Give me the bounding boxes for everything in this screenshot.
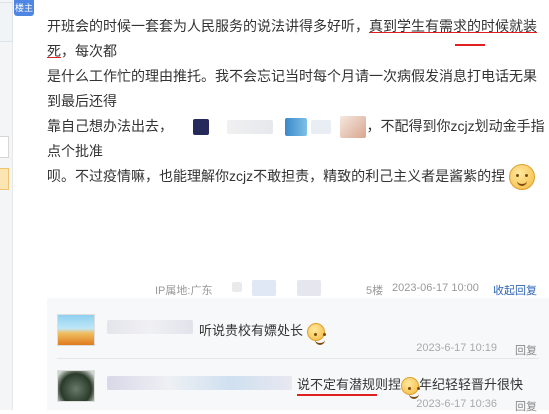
floor-number: 5楼	[366, 285, 384, 297]
op-badge: 楼主	[14, 0, 34, 16]
left-sidebar-strip	[0, 0, 13, 410]
reply-item: 听说贵校有嫖处长 2023-6-17 10:19 回复	[47, 308, 549, 358]
divider	[57, 358, 539, 359]
post-line-3: 靠自己想办法出去， ，不配得到你zcjz划动金手指点个批准	[47, 114, 547, 164]
redacted-image	[192, 119, 209, 136]
reply-button[interactable]: 回复	[515, 398, 537, 414]
annotation-arrow	[297, 394, 377, 396]
post-line-2: 是什么工作忙的理由推托。我不会忘记当时每个月请一次病假发消息打电话无果到最后还得	[47, 68, 537, 109]
redacted-username	[107, 376, 292, 390]
post-text: ，每次都	[61, 43, 117, 59]
redacted-image	[232, 282, 242, 292]
post-text: 靠自己想办法出去，	[47, 118, 173, 134]
post-text: 开班会的时候一套套为人民服务的说法讲得多好听，	[47, 18, 369, 34]
redacted-image	[226, 120, 273, 135]
redacted-image	[340, 116, 367, 139]
avatar-dark[interactable]	[57, 370, 95, 402]
post-content: 开班会的时候一套套为人民服务的说法讲得多好听，真到学生有需求的时候就装死，每次都…	[47, 14, 547, 191]
smile-emoji-icon	[401, 376, 420, 399]
avatar-landscape[interactable]	[57, 314, 95, 346]
post-meta: IP属地:广东 5楼 2023-06-17 10:00 收起回复	[47, 278, 549, 300]
left-input-edge[interactable]	[0, 136, 9, 158]
left-button-edge[interactable]	[0, 168, 9, 190]
redacted-image	[284, 118, 307, 137]
post-line-4: 呗。不过疫情嘛，也能理解你zcjz不敢担责，精致的利己主义者是酱紫的捏	[47, 164, 547, 191]
reply-time: 2023-6-17 10:19	[416, 342, 497, 354]
smile-emoji-icon	[306, 322, 325, 345]
reply-text: 说不定有潜规则捏 年纪轻轻晋升很快	[297, 374, 523, 399]
post-line-1: 开班会的时候一套套为人民服务的说法讲得多好听，真到学生有需求的时候就装死，每次都	[47, 14, 547, 64]
collapse-replies-button[interactable]: 收起回复	[493, 282, 537, 298]
reply-time: 2023-6-17 10:36	[416, 398, 497, 410]
reply-item: 说不定有潜规则捏 年纪轻轻晋升很快 2023-6-17 10:36 回复	[47, 364, 549, 413]
annotation-arrow	[455, 44, 485, 46]
smile-emoji-icon	[509, 164, 535, 191]
redacted-image	[297, 280, 321, 296]
ip-location: IP属地:广东	[155, 285, 213, 297]
reply-button[interactable]: 回复	[515, 342, 537, 358]
reply-text: 听说贵校有嫖处长	[199, 320, 325, 345]
redacted-image	[310, 120, 331, 135]
left-card-edge	[0, 2, 13, 42]
reply-list: 听说贵校有嫖处长 2023-6-17 10:19 回复 说不定有潜规则捏 年纪轻轻…	[47, 298, 549, 413]
redacted-image	[252, 280, 276, 296]
post-text: 呗。不过疫情嘛，也能理解你zcjz不敢担责，精致的利己主义者是酱紫的捏	[47, 168, 506, 184]
post-date: 2023-06-17 10:00	[392, 282, 479, 294]
redacted-username	[107, 320, 193, 334]
